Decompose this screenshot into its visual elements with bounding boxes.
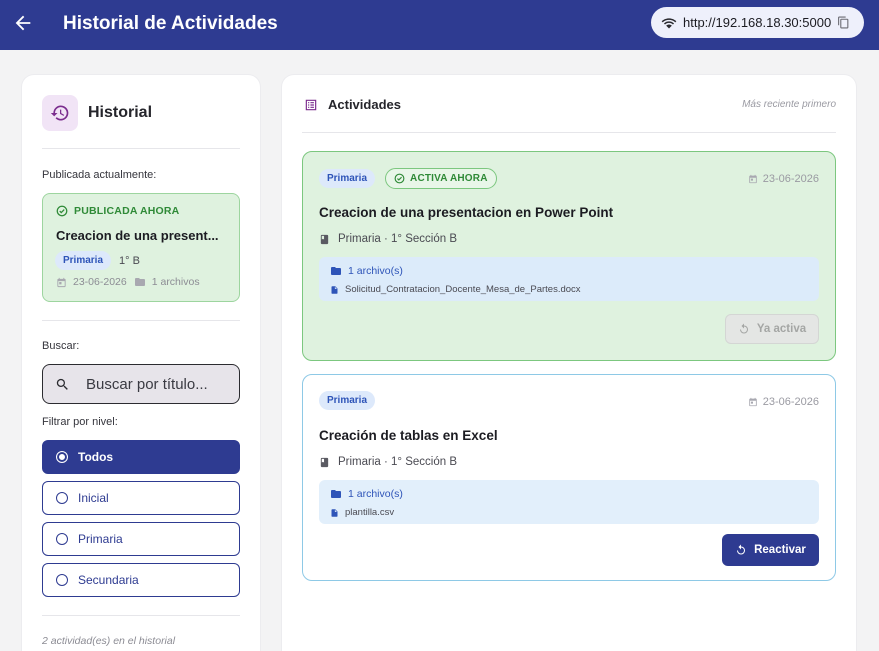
folder-icon — [134, 278, 145, 286]
published-badge: PUBLICADA AHORA — [56, 205, 179, 217]
file-icon — [331, 285, 338, 294]
activity-tags: Primaria ACTIVA AHORA — [319, 168, 497, 189]
published-files: 1 archivos — [151, 276, 200, 288]
search-label: Buscar: — [42, 340, 80, 352]
server-url-text: http://192.168.18.30:5000 — [683, 15, 832, 30]
activity-card: Primaria ACTIVA AHORA 23-06-2026 Creacio… — [302, 151, 836, 361]
radio-icon — [56, 492, 68, 504]
filter-option-todos[interactable]: Todos — [42, 440, 240, 474]
restore-icon — [739, 323, 748, 334]
activities-header: Actividades — [304, 97, 401, 112]
page-title: Historial de Actividades — [63, 13, 278, 34]
history-title: Historial — [88, 104, 153, 121]
published-tags: Primaria 1° B — [55, 251, 140, 270]
radio-selected-icon — [56, 451, 68, 463]
folder-icon — [331, 490, 341, 498]
history-count: 2 actividad(es) en el historial — [42, 635, 176, 647]
activity-date: 23-06-2026 — [748, 396, 819, 408]
restore-icon — [737, 544, 746, 555]
filter-option-inicial[interactable]: Inicial — [42, 481, 240, 515]
published-title: Creacion de una present... — [56, 228, 219, 243]
search-input[interactable] — [86, 375, 226, 393]
published-meta: 23-06-2026 1 archivos — [56, 276, 200, 288]
already-active-button[interactable]: Ya activa — [725, 314, 819, 344]
search-field[interactable] — [42, 364, 240, 404]
files-box: 1 archivo(s) Solicitud_Contratacion_Doce… — [319, 257, 819, 301]
files-count: 1 archivo(s) — [330, 488, 403, 500]
level-chip: Primaria — [55, 251, 112, 270]
grade-text: 1° B — [119, 254, 140, 267]
activity-subtitle: Primaria · 1° Sección B — [319, 233, 457, 245]
history-header: Historial — [42, 95, 152, 131]
calendar-icon — [748, 174, 757, 184]
divider — [42, 148, 240, 149]
check-circle-icon — [56, 205, 68, 217]
active-badge: ACTIVA AHORA — [385, 168, 497, 189]
files-count: 1 archivo(s) — [330, 265, 403, 277]
filter-option-secundaria[interactable]: Secundaria — [42, 563, 240, 597]
files-box: 1 archivo(s) plantilla.csv — [319, 480, 819, 524]
back-arrow-icon[interactable] — [12, 12, 34, 34]
published-activity-card: PUBLICADA AHORA Creacion de una present.… — [42, 193, 240, 302]
level-chip: Primaria — [319, 391, 376, 410]
divider — [302, 132, 836, 133]
book-icon — [320, 234, 329, 244]
radio-icon — [56, 574, 68, 586]
server-url-pill[interactable]: http://192.168.18.30:5000 — [651, 7, 864, 38]
divider — [42, 320, 240, 321]
top-app-bar: Historial de Actividades http://192.168.… — [0, 0, 879, 50]
folder-icon — [331, 267, 341, 275]
copy-icon[interactable] — [837, 16, 850, 29]
filter-option-primaria[interactable]: Primaria — [42, 522, 240, 556]
file-item[interactable]: plantilla.csv — [330, 507, 394, 518]
history-icon — [42, 95, 78, 131]
published-label: Publicada actualmente: — [42, 169, 157, 181]
published-date: 23-06-2026 — [73, 276, 127, 288]
wifi-icon — [661, 17, 677, 29]
activities-title: Actividades — [328, 97, 401, 112]
level-chip: Primaria — [319, 169, 376, 188]
filter-label: Filtrar por nivel: — [42, 416, 118, 428]
history-sidebar: Historial Publicada actualmente: PUBLICA… — [22, 75, 260, 651]
activity-tags: Primaria — [319, 391, 376, 410]
divider — [42, 615, 240, 616]
list-icon — [305, 99, 317, 110]
radio-icon — [56, 533, 68, 545]
sort-note: Más reciente primero — [742, 99, 836, 110]
search-icon — [56, 378, 68, 390]
calendar-icon — [57, 277, 66, 287]
book-icon — [320, 457, 329, 467]
activity-date: 23-06-2026 — [748, 173, 819, 185]
activity-title: Creacion de una presentacion en Power Po… — [319, 205, 614, 220]
file-item[interactable]: Solicitud_Contratacion_Docente_Mesa_de_P… — [330, 284, 581, 295]
file-icon — [331, 508, 338, 517]
reactivate-button[interactable]: Reactivar — [722, 534, 819, 566]
calendar-icon — [748, 397, 757, 407]
activity-card: Primaria 23-06-2026 Creación de tablas e… — [302, 374, 836, 581]
activity-title: Creación de tablas en Excel — [319, 428, 498, 443]
activity-subtitle: Primaria · 1° Sección B — [319, 456, 457, 468]
activities-panel: Actividades Más reciente primero Primari… — [282, 75, 856, 651]
check-circle-icon — [394, 173, 405, 184]
